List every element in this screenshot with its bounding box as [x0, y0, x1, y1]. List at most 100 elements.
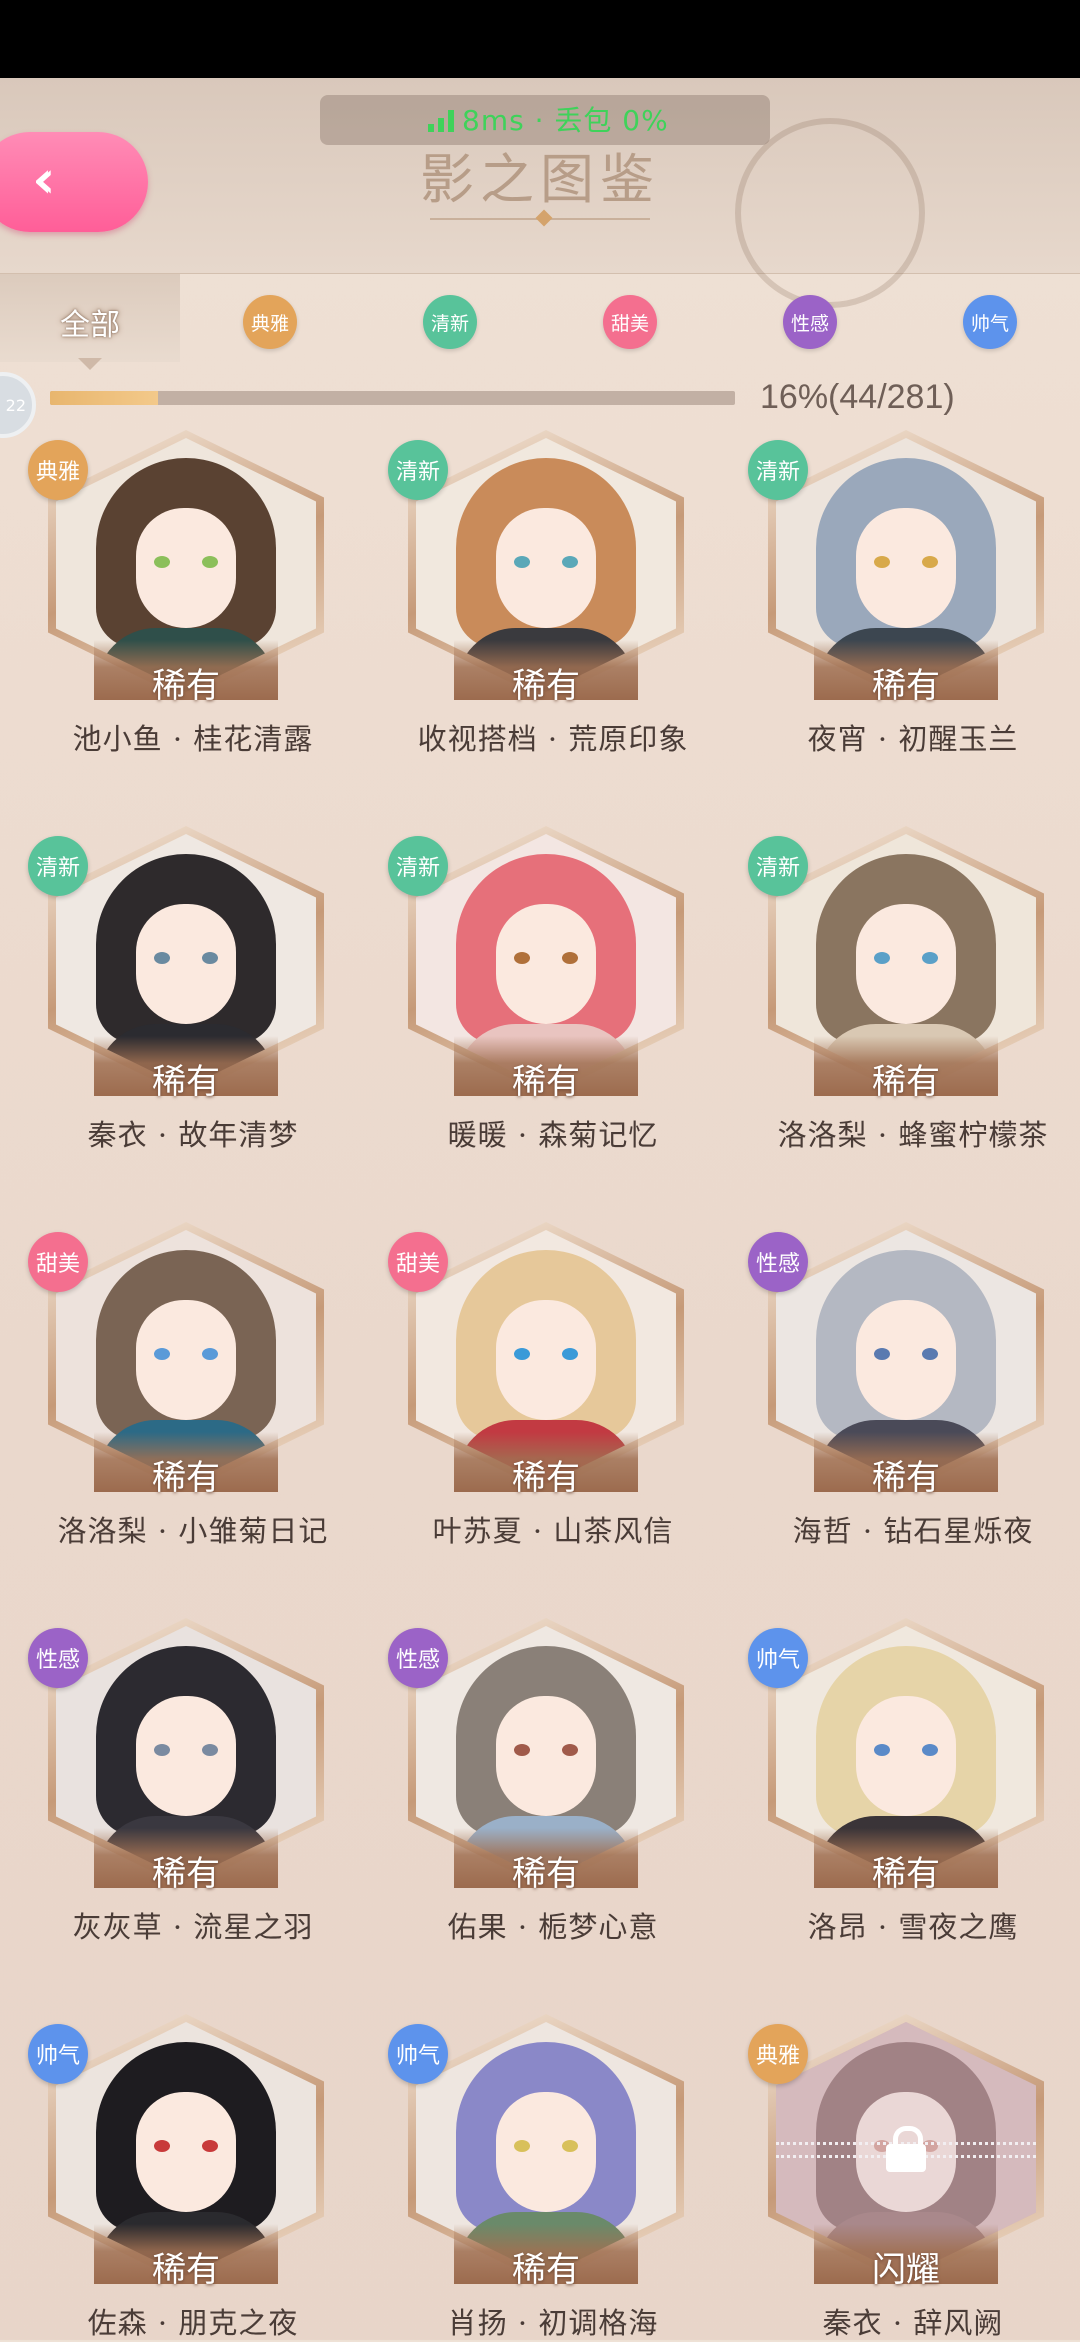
outfit-card[interactable]: 稀有 甜美 叶苏夏 · 山茶风信 — [388, 1222, 718, 1548]
filter-tab-fresh[interactable]: 清新 — [360, 274, 540, 370]
outfit-name: 秦衣 · 辞风阙 — [822, 2306, 1004, 2340]
rarity-label: 稀有 — [512, 1062, 580, 1102]
portrait-eye — [514, 1348, 530, 1360]
filter-tab-sweet[interactable]: 甜美 — [540, 274, 720, 370]
portrait-eye — [202, 556, 218, 568]
style-badge: 帅气 — [388, 2024, 448, 2084]
outfit-card[interactable]: 稀有 帅气 佐森 · 朋克之夜 — [28, 2014, 358, 2340]
outfit-name: 洛洛梨 · 小雏菊日记 — [57, 1514, 329, 1548]
portrait-frame: 稀有 — [48, 1222, 324, 1498]
outfit-name: 洛昂 · 雪夜之鹰 — [807, 1910, 1019, 1944]
portrait-eye — [514, 2140, 530, 2152]
rarity-label: 稀有 — [872, 1062, 940, 1102]
outfit-card[interactable]: 闪耀 典雅 秦衣 · 辞风阙 — [748, 2014, 1078, 2340]
outfit-card[interactable]: 稀有 帅气 肖扬 · 初调格海 — [388, 2014, 718, 2340]
filter-tab-cool[interactable]: 帅气 — [900, 274, 1080, 370]
style-badge: 性感 — [748, 1232, 808, 1292]
style-badge: 清新 — [748, 440, 808, 500]
portrait-frame: 闪耀 — [768, 2014, 1044, 2290]
portrait-eye — [562, 2140, 578, 2152]
outfit-card[interactable]: 稀有 清新 收视搭档 · 荒原印象 — [388, 430, 718, 756]
system-status-bar — [0, 0, 1080, 78]
portrait-frame: 稀有 — [408, 2014, 684, 2290]
portrait-frame: 稀有 — [768, 1618, 1044, 1894]
outfit-card[interactable]: 稀有 清新 洛洛梨 · 蜂蜜柠檬茶 — [748, 826, 1078, 1152]
style-badge: 清新 — [748, 836, 808, 896]
portrait-eye — [922, 1744, 938, 1756]
outfit-name: 池小鱼 · 桂花清露 — [72, 722, 314, 756]
outfit-name: 收视搭档 · 荒原印象 — [417, 722, 689, 756]
portrait-frame: 稀有 — [408, 1618, 684, 1894]
filter-tab-all[interactable]: 全部 — [0, 274, 180, 370]
progress-bar — [50, 391, 735, 405]
signal-icon — [428, 110, 454, 132]
portrait-frame: 稀有 — [768, 1222, 1044, 1498]
filter-tabs: 全部 典雅 清新 甜美 性感 帅气 — [0, 274, 1080, 370]
filter-chip: 性感 — [783, 295, 837, 349]
filter-chip: 帅气 — [963, 295, 1017, 349]
portrait-face — [136, 508, 236, 628]
portrait-eye — [514, 556, 530, 568]
rarity-label: 稀有 — [872, 1458, 940, 1498]
portrait-eye — [562, 556, 578, 568]
rarity-label: 闪耀 — [872, 2250, 940, 2290]
outfit-card[interactable]: 稀有 性感 佑果 · 栀梦心意 — [388, 1618, 718, 1944]
portrait-face — [496, 1300, 596, 1420]
style-badge: 性感 — [28, 1628, 88, 1688]
portrait-eye — [922, 556, 938, 568]
collection-progress: 22 16%(44/281) — [0, 372, 1080, 438]
outfit-card[interactable]: 稀有 帅气 洛昂 · 雪夜之鹰 — [748, 1618, 1078, 1944]
portrait-eye — [874, 556, 890, 568]
outfit-name: 佑果 · 栀梦心意 — [447, 1910, 659, 1944]
portrait-face — [136, 1696, 236, 1816]
filter-tab-sexy[interactable]: 性感 — [720, 274, 900, 370]
style-badge: 清新 — [388, 440, 448, 500]
rarity-label: 稀有 — [512, 1458, 580, 1498]
filter-chip: 甜美 — [603, 295, 657, 349]
outfit-card[interactable]: 稀有 清新 秦衣 · 故年清梦 — [28, 826, 358, 1152]
portrait-frame: 稀有 — [408, 826, 684, 1102]
portrait-eye — [922, 1348, 938, 1360]
portrait-eye — [562, 952, 578, 964]
rarity-label: 稀有 — [512, 666, 580, 706]
portrait-eye — [202, 1348, 218, 1360]
style-badge: 典雅 — [28, 440, 88, 500]
portrait-face — [856, 508, 956, 628]
outfit-name: 佐森 · 朋克之夜 — [87, 2306, 299, 2340]
outfit-card[interactable]: 稀有 性感 灰灰草 · 流星之羽 — [28, 1618, 358, 1944]
portrait-frame: 稀有 — [48, 430, 324, 706]
portrait-face — [136, 2092, 236, 2212]
portrait-eye — [154, 556, 170, 568]
outfit-card[interactable]: 稀有 清新 夜宵 · 初醒玉兰 — [748, 430, 1078, 756]
portrait-eye — [202, 952, 218, 964]
outfit-name: 洛洛梨 · 蜂蜜柠檬茶 — [777, 1118, 1049, 1152]
portrait-face — [856, 904, 956, 1024]
portrait-face — [496, 2092, 596, 2212]
portrait-eye — [202, 1744, 218, 1756]
portrait-face — [856, 1696, 956, 1816]
portrait-frame: 稀有 — [768, 430, 1044, 706]
level-indicator: 22 — [0, 372, 36, 438]
outfit-card[interactable]: 稀有 典雅 池小鱼 · 桂花清露 — [28, 430, 358, 756]
progress-bar-fill — [50, 391, 158, 405]
filter-chip: 典雅 — [243, 295, 297, 349]
style-badge: 典雅 — [748, 2024, 808, 2084]
portrait-eye — [874, 1348, 890, 1360]
outfit-card[interactable]: 稀有 清新 暖暖 · 森菊记忆 — [388, 826, 718, 1152]
outfit-name: 肖扬 · 初调格海 — [447, 2306, 659, 2340]
outfit-name: 叶苏夏 · 山茶风信 — [432, 1514, 674, 1548]
portrait-frame: 稀有 — [48, 826, 324, 1102]
portrait-face — [496, 904, 596, 1024]
style-badge: 甜美 — [28, 1232, 88, 1292]
portrait-frame: 稀有 — [408, 430, 684, 706]
portrait-face — [136, 904, 236, 1024]
portrait-face — [496, 508, 596, 628]
filter-tab-elegant[interactable]: 典雅 — [180, 274, 360, 370]
outfit-card[interactable]: 稀有 甜美 洛洛梨 · 小雏菊日记 — [28, 1222, 358, 1548]
style-badge: 性感 — [388, 1628, 448, 1688]
rarity-label: 稀有 — [512, 1854, 580, 1894]
style-badge: 甜美 — [388, 1232, 448, 1292]
portrait-eye — [154, 1348, 170, 1360]
portrait-eye — [874, 1744, 890, 1756]
outfit-card[interactable]: 稀有 性感 海哲 · 钻石星烁夜 — [748, 1222, 1078, 1548]
